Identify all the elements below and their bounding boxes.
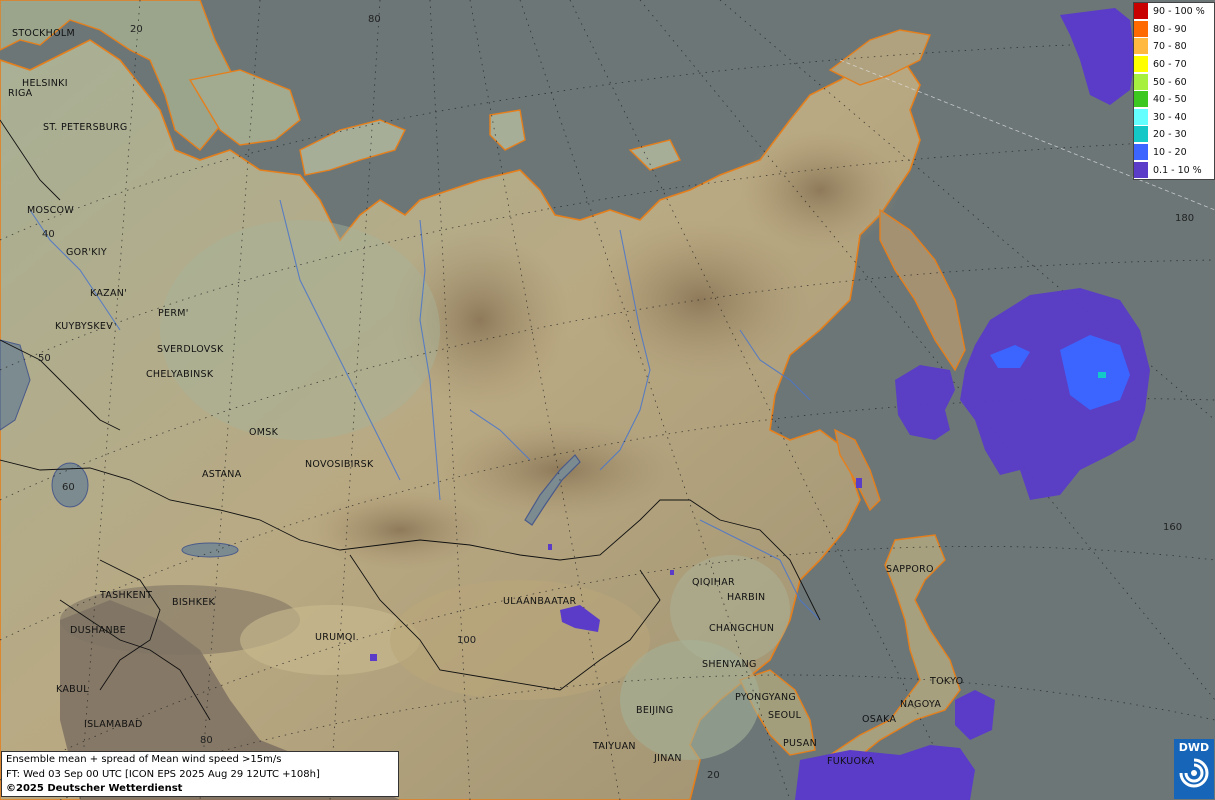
legend-swatch: [1134, 20, 1148, 38]
swirl-icon: [1179, 758, 1209, 788]
grid-label: 100: [457, 635, 476, 646]
city-label: KAZAN': [90, 288, 127, 299]
city-label: SVERDLOVSK: [157, 344, 224, 355]
copyright-notice: ©2025 Deutscher Wetterdienst: [6, 783, 183, 794]
city-label: ST. PETERSBURG: [43, 122, 128, 133]
wind-area-speck-4: [856, 478, 862, 488]
wind-area-speck-3: [670, 570, 674, 575]
city-label: KABUL: [56, 684, 89, 695]
legend-row: 60 - 70: [1134, 56, 1214, 74]
city-label: OSAKA: [862, 714, 896, 725]
legend-swatch: [1134, 91, 1148, 109]
terrain-altai: [310, 490, 490, 570]
grid-label: 160: [1163, 522, 1182, 533]
grid-label: 80: [368, 14, 381, 25]
legend-row: 80 - 90: [1134, 20, 1214, 39]
legend-swatch: [1134, 73, 1148, 91]
city-label: ULAANBAATAR: [503, 596, 576, 607]
terrain-west-siberian-plain: [160, 220, 440, 440]
city-label: CHANGCHUN: [709, 623, 774, 634]
legend-label: 50 - 60: [1153, 76, 1187, 88]
legend-label: 30 - 40: [1153, 111, 1187, 123]
legend-row: 70 - 80: [1134, 38, 1214, 56]
city-label: FUKUOKA: [827, 756, 875, 767]
city-label: PYONGYANG: [735, 692, 796, 703]
city-label: TASHKENT: [99, 590, 152, 601]
wind-area-speck-1: [370, 654, 377, 661]
city-label: SEOUL: [768, 710, 802, 721]
grid-label: 180: [1175, 213, 1194, 224]
city-label: QIQIHAR: [692, 577, 735, 588]
legend-label: 0.1 - 10 %: [1153, 164, 1202, 176]
city-label: RIGA: [8, 88, 33, 99]
legend-label: 60 - 70: [1153, 59, 1187, 71]
legend-swatch: [1134, 161, 1148, 179]
city-label: BEIJING: [636, 705, 674, 716]
legend-row: 90 - 100 %: [1134, 3, 1214, 21]
legend-label: 70 - 80: [1153, 41, 1187, 53]
wind-area-core: [1098, 372, 1106, 378]
city-label: OMSK: [249, 427, 279, 438]
city-label: NOVOSIBIRSK: [305, 459, 374, 470]
city-label: TOKYO: [929, 676, 963, 687]
city-label: URUMQI: [315, 632, 356, 643]
city-label: SAPPORO: [886, 564, 934, 575]
city-label: PUSAN: [783, 738, 817, 749]
legend-label: 20 - 30: [1153, 129, 1187, 141]
probability-legend: 90 - 100 % 80 - 90 70 - 80 60 - 70 50 - …: [1133, 2, 1215, 180]
city-label: ISLAMABAD: [84, 719, 143, 730]
city-label: PERM': [158, 308, 189, 319]
grid-label: 80: [200, 735, 213, 746]
dwd-logo: DWD: [1174, 739, 1214, 799]
city-label: CHELYABINSK: [146, 369, 214, 380]
legend-label: 80 - 90: [1153, 23, 1187, 35]
legend-label: 90 - 100 %: [1153, 6, 1205, 18]
legend-row: 30 - 40: [1134, 108, 1214, 127]
legend-row: 40 - 50: [1134, 91, 1214, 109]
legend-swatch: [1134, 144, 1148, 162]
legend-swatch: [1134, 56, 1148, 74]
grid-label: 20: [130, 24, 143, 35]
wind-area-speck-2: [548, 544, 552, 550]
grid-label: 20: [707, 770, 720, 781]
city-label: SHENYANG: [702, 659, 757, 670]
city-label: GOR'KIY: [66, 247, 107, 258]
city-label: HARBIN: [727, 592, 765, 603]
legend-label: 10 - 20: [1153, 147, 1187, 159]
city-label: KUYBYSKEV: [55, 321, 113, 332]
legend-swatch: [1134, 38, 1148, 56]
city-label: DUSHANBE: [70, 625, 126, 636]
legend-row: 0.1 - 10 %: [1134, 161, 1214, 179]
dwd-logo-text: DWD: [1178, 741, 1210, 754]
city-label: JINAN: [653, 753, 682, 764]
terrain-kolyma: [740, 130, 900, 250]
city-label: ASTANA: [202, 469, 242, 480]
city-label: TAIYUAN: [592, 741, 636, 752]
map-canvas: STOCKHOLM HELSINKI RIGA ST. PETERSBURG M…: [0, 0, 1215, 800]
product-title: Ensemble mean + spread of Mean wind spee…: [6, 754, 282, 765]
legend-row: 20 - 30: [1134, 126, 1214, 144]
city-label: NAGOYA: [900, 699, 941, 710]
city-label: STOCKHOLM: [12, 28, 75, 39]
terrain-manchuria: [670, 555, 790, 665]
forecast-time: FT: Wed 03 Sep 00 UTC [ICON EPS 2025 Aug…: [6, 768, 320, 780]
grid-label: 40: [42, 229, 55, 240]
legend-swatch: [1134, 126, 1148, 144]
legend-swatch: [1134, 108, 1148, 126]
legend-row: 50 - 60: [1134, 73, 1214, 91]
legend-label: 40 - 50: [1153, 94, 1187, 106]
city-label: BISHKEK: [172, 597, 216, 608]
grid-label: 50: [38, 353, 51, 364]
lake-balkhash: [181, 542, 239, 558]
legend-row: 10 - 20: [1134, 144, 1214, 162]
grid-label: 60: [62, 482, 75, 493]
city-label: MOSCOW: [27, 205, 74, 216]
forecast-info-box: Ensemble mean + spread of Mean wind spee…: [1, 751, 399, 797]
legend-swatch: [1134, 3, 1148, 21]
